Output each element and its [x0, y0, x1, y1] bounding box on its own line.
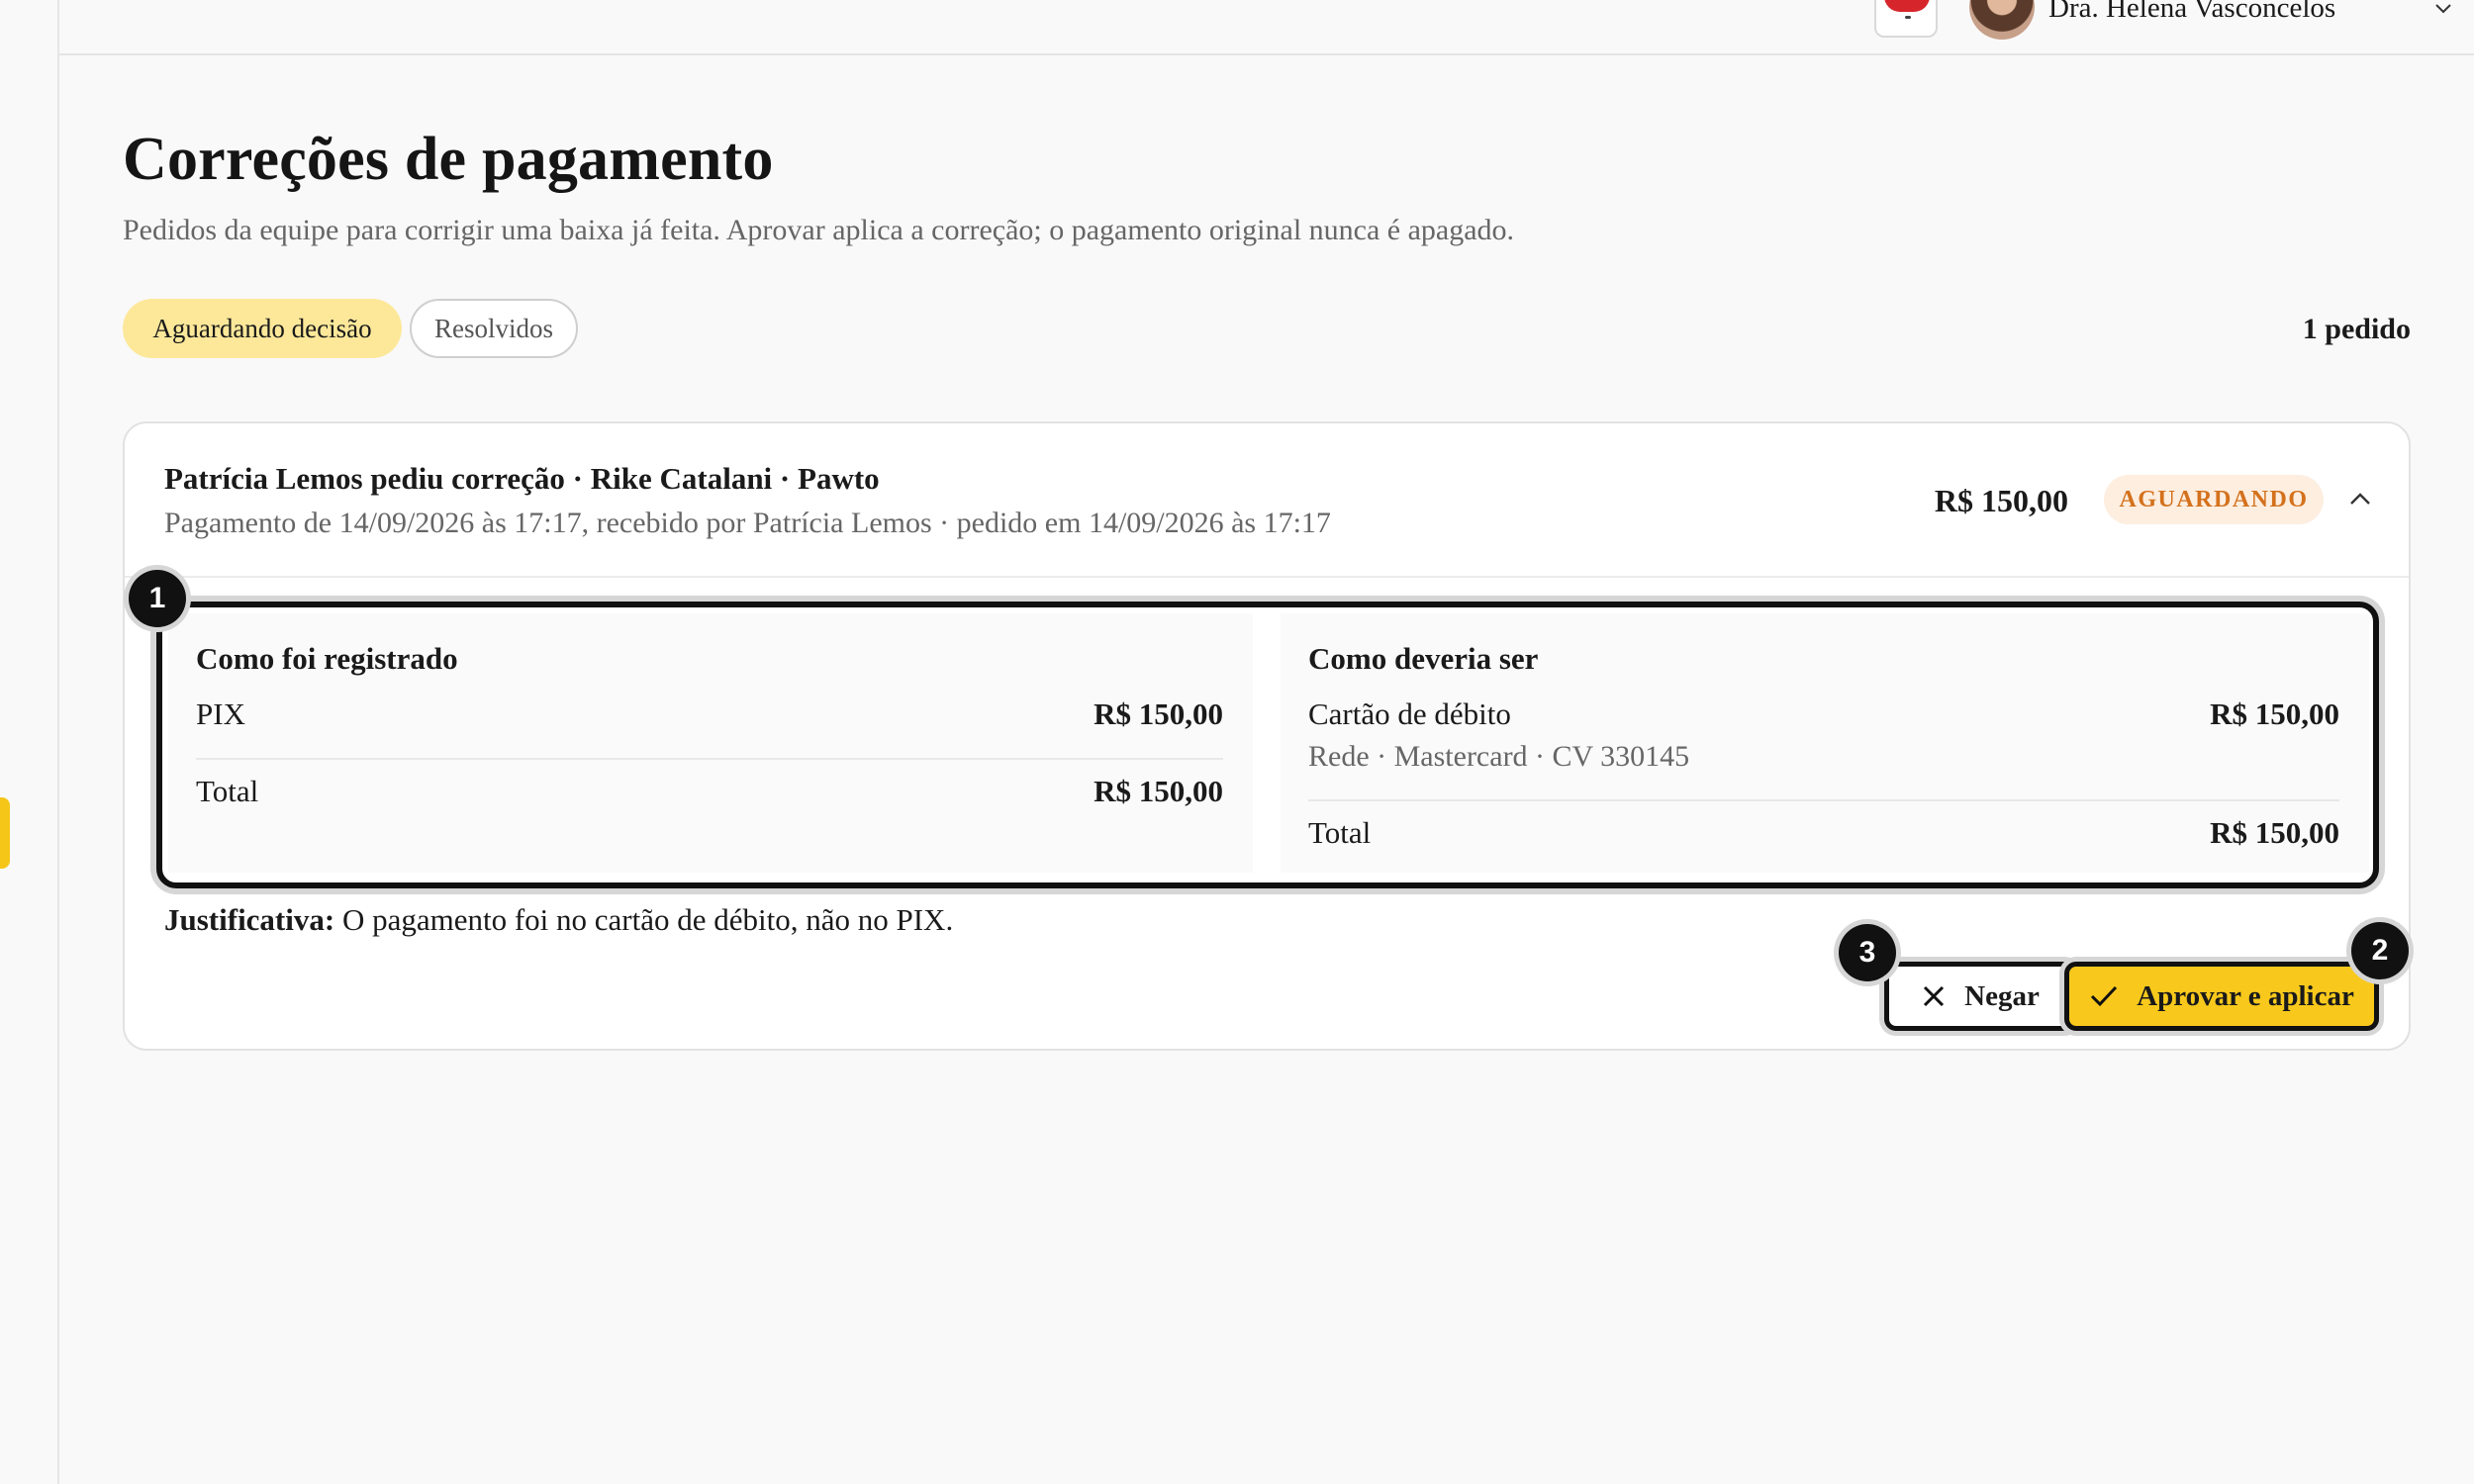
expected-total-value: R$ 150,00 — [2210, 815, 2339, 850]
registered-panel: Como foi registrado PIX R$ 150,00 Total … — [168, 613, 1253, 873]
request-title: Patrícia Lemos pediu correção · Rike Cat… — [164, 461, 880, 496]
chevron-down-icon[interactable] — [2432, 0, 2454, 20]
correction-request-card: Patrícia Lemos pediu correção · Rike Cat… — [123, 421, 2411, 1051]
check-icon — [2091, 985, 2118, 1007]
registered-method-value: R$ 150,00 — [1094, 696, 1223, 731]
avatar[interactable] — [1969, 0, 2035, 40]
request-subtitle: Pagamento de 14/09/2026 às 17:17, recebi… — [164, 507, 1331, 539]
expected-method-value: R$ 150,00 — [2210, 696, 2339, 731]
comparison-panels: Como foi registrado PIX R$ 150,00 Total … — [156, 602, 2379, 888]
registered-title: Como foi registrado — [196, 641, 458, 676]
expected-panel: Como deveria ser Cartão de débito R$ 150… — [1281, 613, 2369, 873]
marker-1: 1 — [129, 570, 186, 627]
close-icon — [1924, 985, 1945, 1007]
divider — [1308, 799, 2339, 801]
approve-label: Aprovar e aplicar — [2137, 979, 2354, 1012]
status-badge: AGUARDANDO — [2104, 475, 2324, 524]
left-rail — [0, 0, 59, 1484]
notifications-button[interactable] — [1874, 0, 1938, 38]
notification-badge — [1884, 0, 1930, 12]
registered-total-label: Total — [196, 774, 259, 808]
card-header[interactable]: Patrícia Lemos pediu correção · Rike Cat… — [125, 423, 2409, 578]
top-bar: Dra. Helena Vasconcelos — [59, 0, 2474, 55]
chevron-up-icon[interactable] — [2343, 483, 2377, 516]
justification-text: O pagamento foi no cartão de débito, não… — [334, 902, 954, 937]
user-name[interactable]: Dra. Helena Vasconcelos — [2048, 0, 2335, 25]
justification-label: Justificativa: — [164, 902, 335, 937]
deny-label: Negar — [1964, 979, 2040, 1012]
registered-method: PIX — [196, 696, 245, 731]
bell-icon — [1905, 16, 1911, 19]
marker-2: 2 — [2351, 922, 2409, 979]
expected-total-label: Total — [1308, 815, 1372, 850]
deny-button[interactable]: Negar — [1884, 962, 2076, 1031]
expected-method: Cartão de débito — [1308, 696, 1511, 731]
expected-title: Como deveria ser — [1308, 641, 1539, 676]
justification: Justificativa: O pagamento foi no cartão… — [164, 902, 953, 938]
rail-active-indicator — [0, 797, 10, 869]
tab-resolved[interactable]: Resolvidos — [410, 299, 578, 358]
page-title: Correções de pagamento — [123, 126, 774, 193]
request-count: 1 pedido — [2302, 313, 2411, 345]
marker-3: 3 — [1839, 924, 1896, 981]
registered-total-value: R$ 150,00 — [1094, 774, 1223, 808]
request-amount: R$ 150,00 — [1934, 483, 2068, 518]
page-subtitle: Pedidos da equipe para corrigir uma baix… — [123, 214, 1515, 246]
tab-pending[interactable]: Aguardando decisão — [123, 299, 402, 358]
approve-button[interactable]: Aprovar e aplicar — [2064, 962, 2379, 1031]
divider — [196, 758, 1223, 760]
expected-method-detail: Rede · Mastercard · CV 330145 — [1308, 740, 1690, 773]
